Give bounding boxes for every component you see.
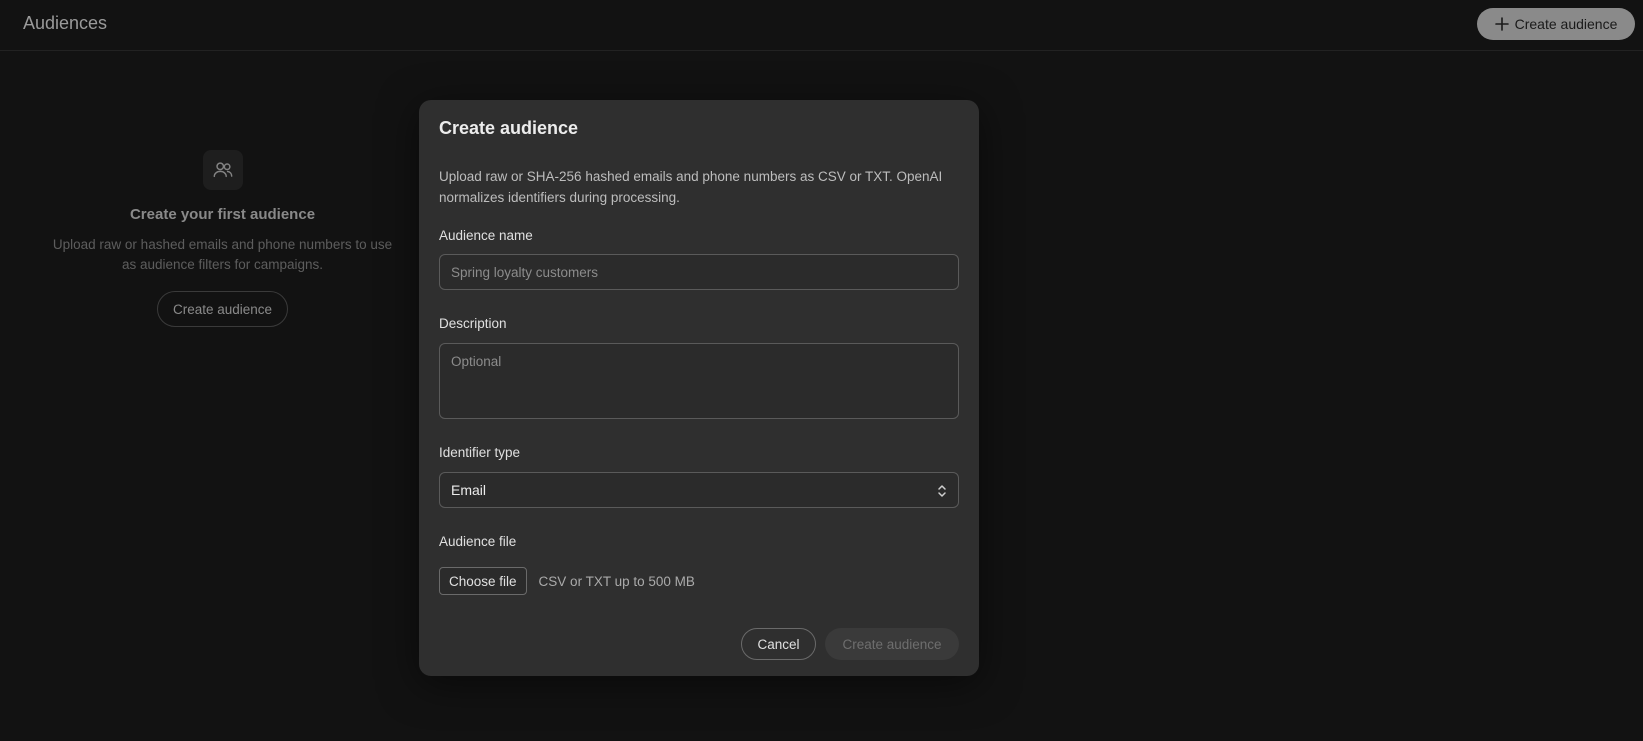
audience-file-label: Audience file [439, 534, 517, 549]
empty-state-description: Upload raw or hashed emails and phone nu… [52, 237, 393, 272]
empty-state-title: Create your first audience [129, 206, 316, 223]
identifier-type-select[interactable]: Email [439, 472, 959, 508]
empty-state: Create your first audience Upload raw or… [50, 150, 395, 327]
create-audience-submit-button[interactable]: Create audience [825, 628, 959, 660]
audience-name-label: Audience name [439, 228, 533, 243]
description-textarea[interactable] [439, 343, 959, 419]
empty-state-create-audience-button[interactable]: Create audience [156, 291, 289, 327]
page-header: Audiences Create audience [0, 0, 1643, 51]
page-title: Audiences [23, 13, 108, 33]
identifier-type-label: Identifier type [439, 445, 521, 460]
description-label: Description [439, 316, 507, 331]
file-hint: CSV or TXT up to 500 MB [538, 573, 695, 589]
dialog-title: Create audience [439, 118, 579, 138]
audiences-page: Audiences Create audience Create your fi… [0, 0, 1643, 741]
plus-icon [1494, 17, 1509, 31]
audience-name-input[interactable] [439, 254, 959, 290]
header-create-audience-label: Create audience [1514, 16, 1618, 32]
users-icon [213, 162, 232, 178]
header-create-audience-button[interactable]: Create audience [1477, 8, 1635, 40]
dialog-description: Upload raw or SHA-256 hashed emails and … [439, 169, 943, 205]
cancel-button[interactable]: Cancel [741, 628, 816, 660]
chevron-up-down-icon [938, 485, 946, 497]
create-audience-dialog: Create audience Upload raw or SHA-256 ha… [419, 100, 979, 676]
empty-state-icon-box [202, 150, 243, 190]
choose-file-button[interactable]: Choose file [439, 567, 527, 595]
file-picker: Choose file CSV or TXT up to 500 MB [439, 567, 695, 595]
identifier-type-value: Email [451, 482, 487, 498]
